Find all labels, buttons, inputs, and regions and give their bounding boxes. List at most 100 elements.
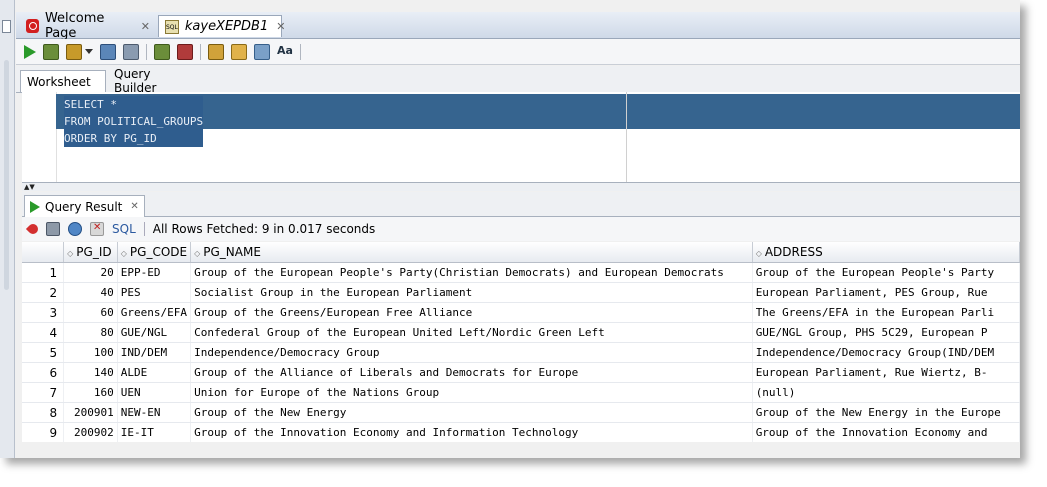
table-row[interactable]: 8 200901 NEW-EN Group of the New Energy … [22, 402, 1020, 423]
line-gutter [22, 92, 57, 182]
autotrace-icon[interactable] [123, 43, 139, 60]
sort-icon: ◇ [194, 249, 201, 258]
sql-editor[interactable]: SELECT * FROM POLITICAL_GROUPS ORDER BY … [22, 92, 1020, 183]
cancel-query-icon[interactable] [90, 222, 104, 236]
cell-pg-code[interactable]: GUE/NGL [117, 322, 192, 343]
minimize-icon[interactable] [2, 20, 11, 33]
cell-address[interactable]: Independence/Democracy Group(IND/DEM [752, 342, 1020, 363]
close-icon[interactable]: ✕ [130, 201, 138, 212]
cell-address[interactable]: Group of the European People's Party [752, 262, 1020, 283]
run-statement-icon[interactable] [24, 44, 36, 59]
pin-icon[interactable] [25, 221, 41, 237]
cell-pg-id[interactable]: 80 [63, 322, 118, 343]
format-case-icon[interactable]: Aa [277, 44, 293, 60]
table-row[interactable]: 1 20 EPP-ED Group of the European People… [22, 262, 1020, 283]
table-row[interactable]: 7 160 UEN Union for Europe of the Nation… [22, 382, 1020, 403]
refresh-icon[interactable] [68, 222, 82, 236]
table-row[interactable]: 2 40 PES Socialist Group in the European… [22, 282, 1020, 303]
tab-welcome-page[interactable]: Welcome Page ✕ [20, 11, 156, 41]
table-row[interactable]: 6 140 ALDE Group of the Alliance of Libe… [22, 362, 1020, 383]
sort-icon: ◇ [120, 249, 127, 258]
query-result-label: Query Result [45, 199, 123, 214]
oracle-icon [26, 19, 39, 33]
clear-eraser-icon[interactable] [231, 43, 247, 60]
chevron-down-icon[interactable] [85, 49, 93, 54]
cell-pg-name[interactable]: Group of the New Energy [190, 402, 753, 423]
code-line: FROM POLITICAL_GROUPS [64, 113, 204, 130]
close-icon[interactable]: ✕ [141, 20, 150, 33]
cell-pg-code[interactable]: Greens/EFA [117, 302, 192, 323]
row-number: 9 [22, 422, 65, 442]
result-grid[interactable]: ◇ PG_ID ◇ PG_CODE ◇ PG_NAME ◇ ADDRESS 1 20 E… [22, 242, 1020, 442]
cell-address[interactable]: European Parliament, Rue Wiertz, B- [752, 362, 1020, 383]
cell-pg-id[interactable]: 200901 [63, 402, 118, 423]
cell-pg-code[interactable]: PES [117, 282, 192, 303]
cell-pg-code[interactable]: ALDE [117, 362, 192, 383]
tab-query-result[interactable]: Query Result ✕ [24, 195, 145, 217]
result-toolbar: SQL All Rows Fetched: 9 in 0.017 seconds [22, 217, 1020, 241]
collapse-arrows-icon[interactable]: ▲▼ [24, 183, 35, 191]
cell-pg-id[interactable]: 100 [63, 342, 118, 363]
tab-query-builder[interactable]: Query Builder [108, 67, 200, 95]
cell-address[interactable]: (null) [752, 382, 1020, 403]
table-row[interactable]: 3 60 Greens/EFA Group of the Greens/Euro… [22, 302, 1020, 323]
cell-pg-id[interactable]: 160 [63, 382, 118, 403]
rollback-icon[interactable] [177, 43, 193, 60]
header-row: ◇ PG_ID ◇ PG_CODE ◇ PG_NAME ◇ ADDRESS [22, 242, 1020, 263]
cell-pg-name[interactable]: Independence/Democracy Group [190, 342, 753, 363]
worksheet-subtabs: Worksheet Query Builder [16, 66, 1020, 95]
history-icon[interactable] [254, 43, 270, 60]
cell-pg-code[interactable]: EPP-ED [117, 262, 192, 283]
close-icon[interactable]: ✕ [276, 20, 285, 33]
toolbar-divider [146, 43, 147, 60]
cell-pg-code[interactable]: NEW-EN [117, 402, 192, 423]
tab-kayexepdb1[interactable]: SQL kayeXEPDB1 ✕ [158, 15, 285, 37]
fetch-status: All Rows Fetched: 9 in 0.017 seconds [152, 222, 376, 236]
column-header-pg-name[interactable]: ◇ PG_NAME [190, 242, 753, 263]
print-icon[interactable] [46, 222, 60, 236]
tab-welcome-label: Welcome Page [44, 11, 105, 41]
cell-pg-code[interactable]: IE-IT [117, 422, 192, 442]
explain-plan-icon[interactable] [100, 43, 116, 60]
cell-pg-name[interactable]: Confederal Group of the European United … [190, 322, 753, 343]
row-number: 3 [22, 302, 65, 323]
cell-address[interactable]: Group of the Innovation Economy and [752, 422, 1020, 442]
column-header-pg-id[interactable]: ◇ PG_ID [63, 242, 118, 263]
column-header-pg-code[interactable]: ◇ PG_CODE [117, 242, 192, 263]
run-result-icon [30, 200, 40, 213]
sql-link[interactable]: SQL [112, 222, 136, 236]
tab-connection-label: kayeXEPDB1 [184, 19, 269, 34]
sort-icon: ◇ [755, 249, 762, 258]
sql-code[interactable]: SELECT * FROM POLITICAL_GROUPS ORDER BY … [64, 96, 204, 147]
sql-tuning-icon[interactable] [208, 43, 224, 60]
cell-pg-id[interactable]: 60 [63, 302, 118, 323]
commit-icon[interactable] [66, 43, 82, 60]
panel-splitter[interactable]: ▲▼ [22, 183, 1020, 191]
cell-pg-name[interactable]: Group of the Greens/European Free Allian… [190, 302, 753, 323]
table-row[interactable]: 5 100 IND/DEM Independence/Democracy Gro… [22, 342, 1020, 363]
cell-pg-name[interactable]: Socialist Group in the European Parliame… [190, 282, 753, 303]
table-row[interactable]: 9 200902 IE-IT Group of the Innovation E… [22, 422, 1020, 442]
cell-pg-id[interactable]: 20 [63, 262, 118, 283]
cell-address[interactable]: GUE/NGL Group, PHS 5C29, European P [752, 322, 1020, 343]
tab-worksheet[interactable]: Worksheet [20, 70, 106, 92]
cell-pg-name[interactable]: Group of the Alliance of Liberals and De… [190, 362, 753, 383]
table-row[interactable]: 4 80 GUE/NGL Confederal Group of the Eur… [22, 322, 1020, 343]
column-header-address[interactable]: ◇ ADDRESS [752, 242, 1020, 263]
left-scrollbar[interactable] [4, 60, 9, 290]
cell-pg-code[interactable]: IND/DEM [117, 342, 192, 363]
commit-transaction-icon[interactable] [154, 43, 170, 60]
cell-pg-id[interactable]: 200902 [63, 422, 118, 442]
cell-address[interactable]: The Greens/EFA in the European Parli [752, 302, 1020, 323]
cell-pg-id[interactable]: 140 [63, 362, 118, 383]
cell-pg-code[interactable]: UEN [117, 382, 192, 403]
cell-pg-name[interactable]: Group of the European People's Party(Chr… [190, 262, 753, 283]
cell-pg-id[interactable]: 40 [63, 282, 118, 303]
row-number-header [22, 242, 65, 263]
run-script-icon[interactable] [43, 43, 59, 60]
cell-address[interactable]: Group of the New Energy in the Europe [752, 402, 1020, 423]
cell-address[interactable]: European Parliament, PES Group, Rue [752, 282, 1020, 303]
cell-pg-name[interactable]: Group of the Innovation Economy and Info… [190, 422, 753, 442]
row-number: 5 [22, 342, 65, 363]
cell-pg-name[interactable]: Union for Europe of the Nations Group [190, 382, 753, 403]
